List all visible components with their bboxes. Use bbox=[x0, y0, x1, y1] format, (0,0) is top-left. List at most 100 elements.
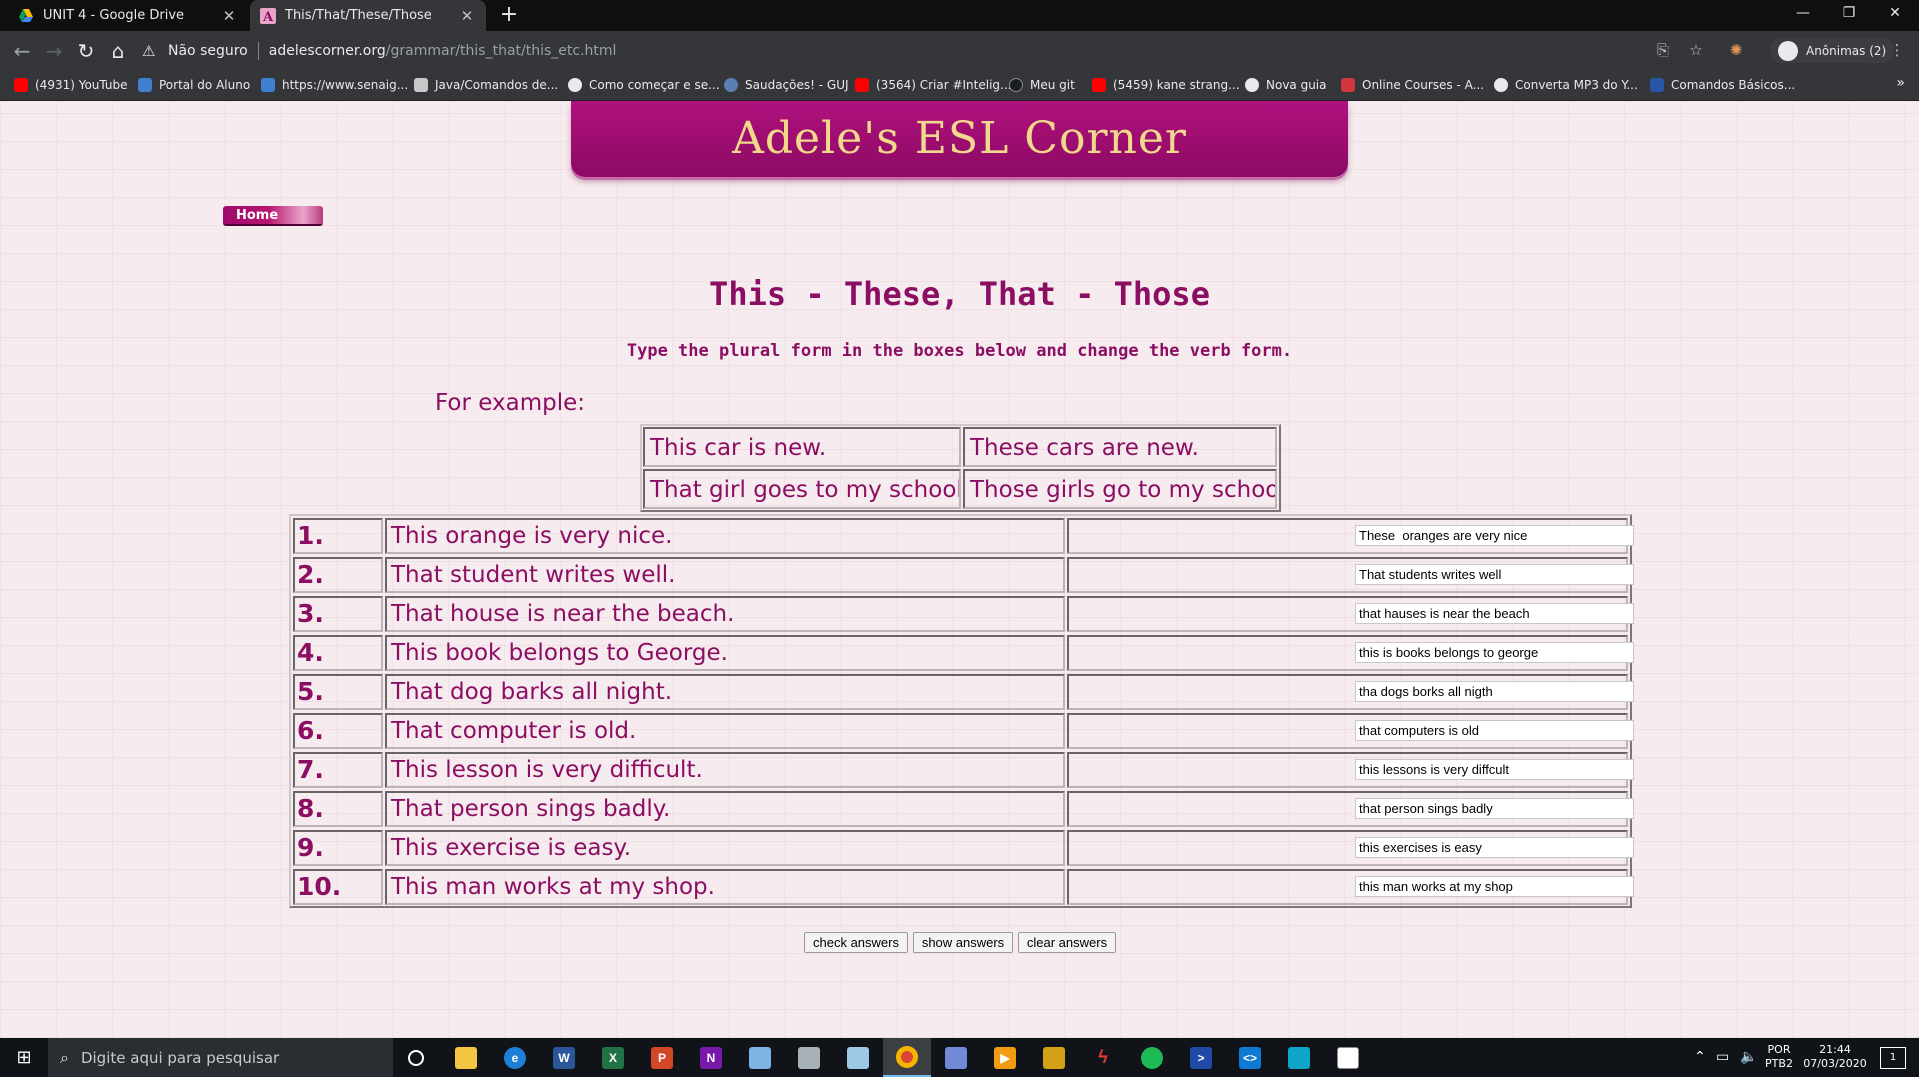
show-answers-button[interactable]: show answers bbox=[913, 932, 1013, 953]
bookmark-como-comecar[interactable]: Como começar e se... bbox=[568, 70, 720, 100]
answer-input[interactable] bbox=[1355, 798, 1634, 819]
powershell-icon[interactable]: > bbox=[1177, 1038, 1225, 1077]
bookmark-nova-guia[interactable]: Nova guia bbox=[1245, 70, 1327, 100]
answer-input[interactable] bbox=[1355, 759, 1634, 780]
tab-this-that[interactable]: A This/That/These/Those ✕ bbox=[250, 0, 486, 31]
close-tab-icon[interactable]: ✕ bbox=[458, 7, 476, 25]
forward-icon[interactable]: → bbox=[40, 37, 68, 65]
translate-icon[interactable]: ⎘ bbox=[1652, 39, 1674, 61]
answer-input[interactable] bbox=[1355, 681, 1634, 702]
close-tab-icon[interactable]: ✕ bbox=[220, 7, 238, 25]
edge-icon[interactable]: e bbox=[491, 1038, 539, 1077]
language-indicator[interactable]: POR PTB2 bbox=[1764, 1043, 1794, 1077]
answer-input[interactable] bbox=[1355, 837, 1634, 858]
library-app-icon[interactable] bbox=[1030, 1038, 1078, 1077]
bolt-app-icon[interactable]: ϟ bbox=[1079, 1038, 1127, 1077]
bookmark-criar[interactable]: (3564) Criar #Intelig... bbox=[855, 70, 1011, 100]
table-row: 5. That dog barks all night. bbox=[293, 674, 1634, 710]
notification-icon[interactable]: 1 bbox=[1880, 1047, 1906, 1069]
vscode-icon[interactable]: <> bbox=[1226, 1038, 1274, 1077]
excel-icon[interactable]: X bbox=[589, 1038, 637, 1077]
file-explorer-icon[interactable] bbox=[442, 1038, 490, 1077]
chrome-icon[interactable] bbox=[883, 1038, 931, 1077]
clock[interactable]: 21:44 07/03/2020 bbox=[1800, 1043, 1870, 1077]
discord-icon[interactable] bbox=[932, 1038, 980, 1077]
photos-icon[interactable] bbox=[1324, 1038, 1372, 1077]
globe-icon bbox=[1245, 78, 1259, 92]
question-number: 8. bbox=[293, 791, 383, 827]
table-row: 2. That student writes well. bbox=[293, 557, 1634, 593]
instructions: Type the plural form in the boxes below … bbox=[626, 341, 1293, 361]
word-icon[interactable]: W bbox=[540, 1038, 588, 1077]
bookmark-label: Online Courses - A... bbox=[1362, 78, 1485, 92]
bookmark-label: (3564) Criar #Intelig... bbox=[876, 78, 1012, 92]
menu-icon[interactable]: ⋮ bbox=[1886, 39, 1908, 61]
address-bar[interactable]: ⚠ Não seguro adelescorner.org/grammar/th… bbox=[142, 35, 1672, 66]
doc-icon bbox=[1650, 78, 1664, 92]
language-code: POR bbox=[1767, 1043, 1791, 1056]
clock-date: 07/03/2020 bbox=[1803, 1057, 1867, 1070]
bookmark-converta[interactable]: Converta MP3 do Y... bbox=[1494, 70, 1638, 100]
network-icon[interactable]: ▭ bbox=[1716, 1049, 1729, 1077]
question-number: 2. bbox=[293, 557, 383, 593]
3d-viewer-icon[interactable] bbox=[736, 1038, 784, 1077]
taskbar-search[interactable]: ⌕ Digite aqui para pesquisar bbox=[48, 1038, 393, 1077]
action-buttons: check answers show answers clear answers bbox=[0, 932, 1919, 953]
chevron-up-icon[interactable]: ⌃ bbox=[1694, 1049, 1706, 1077]
powerpoint-icon[interactable]: P bbox=[638, 1038, 686, 1077]
question-number: 9. bbox=[293, 830, 383, 866]
bookmark-guj[interactable]: Saudações! - GUJ bbox=[724, 70, 849, 100]
tab-google-drive[interactable]: UNIT 4 - Google Drive ✕ bbox=[8, 0, 248, 31]
media-player-icon[interactable]: ▶ bbox=[981, 1038, 1029, 1077]
bookmark-portal-aluno[interactable]: Portal do Aluno bbox=[138, 70, 250, 100]
answer-input[interactable] bbox=[1355, 603, 1634, 624]
answer-input[interactable] bbox=[1355, 525, 1634, 546]
table-row: 8. That person sings badly. bbox=[293, 791, 1634, 827]
bookmark-star-icon[interactable]: ☆ bbox=[1685, 39, 1707, 61]
check-answers-button[interactable]: check answers bbox=[804, 932, 908, 953]
new-tab-button[interactable]: + bbox=[496, 2, 522, 28]
answer-input[interactable] bbox=[1355, 720, 1634, 741]
google-drive-icon bbox=[18, 8, 34, 24]
back-icon[interactable]: ← bbox=[8, 37, 36, 65]
bookmark-java[interactable]: Java/Comandos de... bbox=[414, 70, 558, 100]
example-plural: Those girls go to my school. bbox=[963, 469, 1277, 509]
restore-icon[interactable]: ❐ bbox=[1826, 0, 1872, 28]
onenote-icon[interactable]: N bbox=[687, 1038, 735, 1077]
minimize-icon[interactable]: — bbox=[1780, 0, 1826, 28]
profile-button[interactable]: Anônimas (2) bbox=[1770, 38, 1895, 63]
bookmark-meu-git[interactable]: Meu git bbox=[1009, 70, 1075, 100]
spotify-icon[interactable] bbox=[1128, 1038, 1176, 1077]
answer-input[interactable] bbox=[1355, 564, 1634, 585]
reload-icon[interactable]: ↻ bbox=[72, 37, 100, 65]
guj-icon bbox=[724, 78, 738, 92]
bookmark-label: Como começar e se... bbox=[589, 78, 720, 92]
answer-input[interactable] bbox=[1355, 642, 1634, 663]
table-row: 3. That house is near the beach. bbox=[293, 596, 1634, 632]
home-button[interactable]: Home bbox=[223, 206, 323, 226]
answer-input[interactable] bbox=[1355, 876, 1634, 897]
question-sentence: This man works at my shop. bbox=[385, 869, 1065, 905]
question-sentence: This lesson is very difficult. bbox=[385, 752, 1065, 788]
volume-icon[interactable]: 🔈 bbox=[1740, 1049, 1757, 1077]
camera-app-icon[interactable] bbox=[1275, 1038, 1323, 1077]
cortana-icon[interactable] bbox=[392, 1038, 440, 1077]
bookmark-online-courses[interactable]: Online Courses - A... bbox=[1341, 70, 1484, 100]
java-icon bbox=[414, 78, 428, 92]
close-window-icon[interactable]: ✕ bbox=[1872, 0, 1918, 28]
bookmark-comandos[interactable]: Comandos Básicos... bbox=[1650, 70, 1795, 100]
extension-icon[interactable]: ✺ bbox=[1725, 39, 1747, 61]
bookmark-kane[interactable]: (5459) kane strang... bbox=[1092, 70, 1240, 100]
photos-app-icon[interactable] bbox=[785, 1038, 833, 1077]
more-bookmarks-icon[interactable]: » bbox=[1896, 75, 1905, 91]
sticky-app-icon[interactable] bbox=[834, 1038, 882, 1077]
url-path: /grammar/this_that/this_etc.html bbox=[385, 42, 617, 59]
home-icon[interactable]: ⌂ bbox=[104, 37, 132, 65]
youtube-icon bbox=[855, 78, 869, 92]
exercise-table: 1. This orange is very nice. 2. That stu… bbox=[289, 514, 1634, 908]
bookmark-senai[interactable]: https://www.senaig... bbox=[261, 70, 408, 100]
search-icon: ⌕ bbox=[60, 1047, 69, 1067]
bookmark-youtube[interactable]: (4931) YouTube bbox=[14, 70, 128, 100]
windows-start-icon[interactable]: ⊞ bbox=[0, 1038, 48, 1077]
clear-answers-button[interactable]: clear answers bbox=[1018, 932, 1116, 953]
